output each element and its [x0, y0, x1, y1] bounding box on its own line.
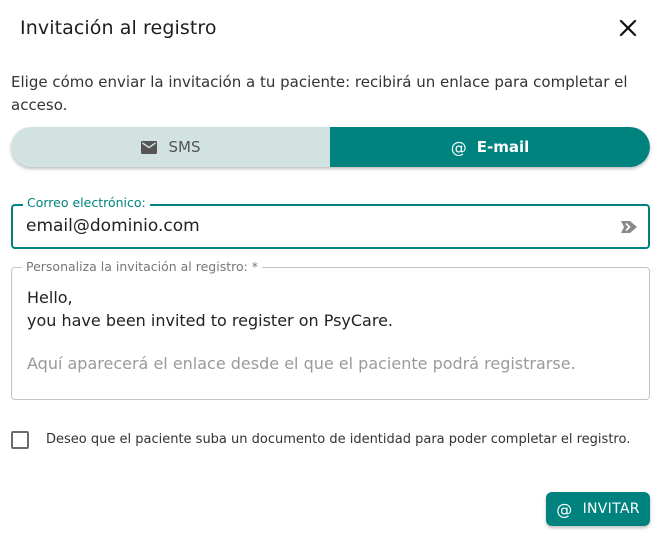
email-field-value[interactable]: email@dominio.com	[26, 216, 200, 236]
at-icon: @	[450, 137, 467, 157]
email-field[interactable]: Correo electrónico: email@dominio.com	[11, 195, 650, 249]
message-field[interactable]: Personaliza la invitación al registro: *…	[11, 259, 650, 400]
toggle-sms-label: SMS	[168, 138, 201, 156]
dialog-description: Elige cómo enviar la invitación a tu pac…	[11, 73, 628, 114]
close-button[interactable]	[616, 16, 640, 40]
channel-toggle: SMS @ E-mail	[11, 127, 650, 167]
mail-icon	[140, 140, 157, 154]
at-icon: @	[556, 499, 573, 519]
invite-button[interactable]: @ INVITAR	[546, 492, 650, 526]
email-field-label: Correo electrónico:	[23, 195, 150, 210]
message-line-1: Hello,	[27, 288, 73, 307]
message-field-label: Personaliza la invitación al registro: *	[22, 259, 263, 274]
dialog-title: Invitación al registro	[20, 17, 217, 39]
close-icon	[619, 19, 637, 37]
send-tag-icon[interactable]	[619, 217, 639, 237]
toggle-email[interactable]: @ E-mail	[330, 127, 650, 167]
id-document-checkbox-label[interactable]: Deseo que el paciente suba un documento …	[46, 432, 630, 447]
message-line-2: you have been invited to register on Psy…	[27, 311, 394, 330]
id-document-checkbox[interactable]	[11, 431, 29, 449]
toggle-email-label: E-mail	[476, 138, 530, 156]
message-link-placeholder: Aquí aparecerá el enlace desde el que el…	[27, 354, 576, 373]
toggle-sms[interactable]: SMS	[11, 127, 330, 167]
invite-button-label: INVITAR	[582, 501, 640, 517]
